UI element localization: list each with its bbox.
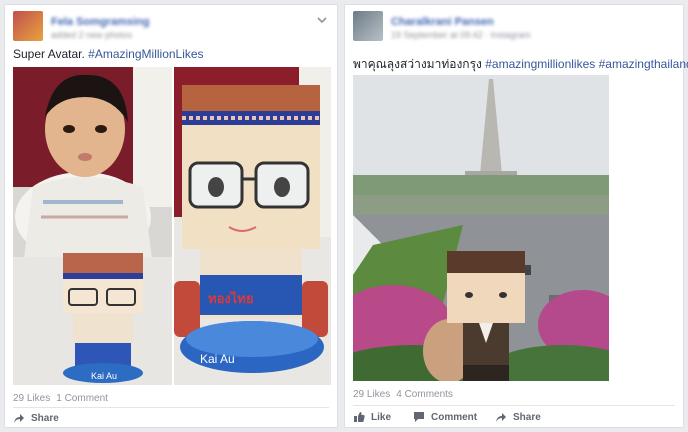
hashtag-link-2[interactable]: #amazingthailand bbox=[599, 57, 688, 71]
post-stats: 29 Likes 4 Comments bbox=[353, 389, 459, 400]
post-meta: added 2 new photos bbox=[51, 30, 133, 40]
likes-count[interactable]: 29 Likes bbox=[353, 389, 390, 400]
comments-count[interactable]: 4 Comments bbox=[396, 389, 453, 400]
divider bbox=[13, 407, 329, 408]
like-label: Like bbox=[371, 411, 392, 423]
share-icon bbox=[496, 413, 506, 422]
hashtag-link[interactable]: #AmazingMillionLikes bbox=[88, 47, 203, 61]
share-icon bbox=[14, 414, 24, 423]
likes-count[interactable]: 29 Likes bbox=[13, 393, 50, 404]
figure-name-label: Kai Au bbox=[200, 352, 235, 366]
hashtag-link-1[interactable]: #amazingmillionlikes bbox=[485, 57, 595, 71]
divider bbox=[353, 405, 675, 406]
paper-figure-photo-image: ทองไทย Kai Au bbox=[174, 67, 331, 385]
avatar[interactable] bbox=[353, 11, 383, 41]
avatar[interactable] bbox=[13, 11, 43, 41]
caption-text: Super Avatar. bbox=[13, 47, 89, 61]
share-label: Share bbox=[31, 412, 59, 424]
post-photo[interactable] bbox=[353, 75, 609, 381]
comment-button[interactable]: Comment bbox=[413, 411, 477, 423]
author-name[interactable]: Fela Somgramsing bbox=[51, 16, 149, 28]
post-caption: Super Avatar. #AmazingMillionLikes bbox=[13, 47, 204, 61]
figure-name-label: Kai Au bbox=[91, 371, 117, 381]
post-card-1: Fela Somgramsing added 2 new photos Supe… bbox=[4, 4, 338, 428]
chevron-down-icon[interactable] bbox=[315, 13, 329, 27]
share-label: Share bbox=[513, 411, 541, 423]
post-header: Fela Somgramsing added 2 new photos bbox=[13, 11, 329, 45]
post-photo-2[interactable]: ทองไทย Kai Au bbox=[174, 67, 331, 385]
child-photo-image: Kai Au bbox=[13, 67, 172, 385]
like-button[interactable]: Like bbox=[353, 411, 391, 423]
post-caption: พาคุณลุงสว่างมาท่องกรุง #amazingmillionl… bbox=[353, 55, 688, 74]
post-meta: 19 September at 09:42 · Instagram bbox=[391, 30, 531, 40]
share-button[interactable]: Share bbox=[495, 411, 541, 423]
post-stats: 29 Likes 1 Comment bbox=[13, 393, 114, 404]
thumbs-up-icon bbox=[354, 412, 365, 422]
figure-badge-label: ทองไทย bbox=[208, 290, 253, 306]
monument-photo-image bbox=[353, 75, 609, 381]
caption-text: พาคุณลุงสว่างมาท่องกรุง bbox=[353, 57, 486, 71]
author-name[interactable]: Charalkrani Pansen bbox=[391, 16, 494, 28]
comment-label: Comment bbox=[431, 411, 478, 423]
post-header: Charalkrani Pansen 19 September at 09:42… bbox=[353, 11, 675, 45]
post-photo-1[interactable]: Kai Au bbox=[13, 67, 172, 385]
post-card-2: Charalkrani Pansen 19 September at 09:42… bbox=[344, 4, 688, 428]
comments-count[interactable]: 1 Comment bbox=[56, 393, 108, 404]
comment-icon bbox=[414, 412, 424, 422]
share-button[interactable]: Share bbox=[13, 412, 59, 424]
